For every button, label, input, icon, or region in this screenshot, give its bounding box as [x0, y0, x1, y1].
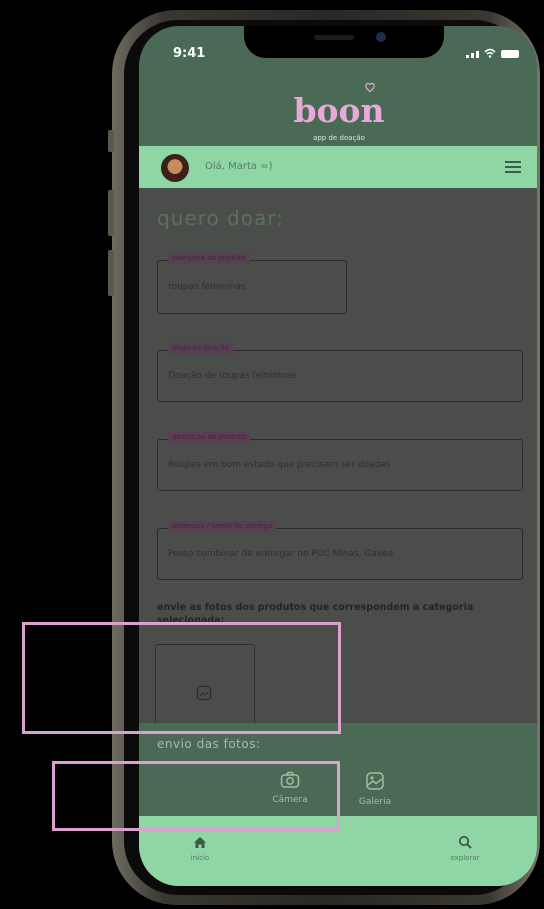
wifi-icon: [484, 48, 496, 58]
category-field[interactable]: categoria do produto roupas femininas: [157, 253, 347, 314]
home-icon: [194, 837, 206, 848]
status-time: 9:41: [173, 46, 206, 61]
gallery-button[interactable]: Galeria: [345, 771, 405, 807]
description-field[interactable]: descrição do produto Roupas em bom estad…: [157, 432, 523, 491]
field-value: Roupas em bom estado que precisam ser do…: [168, 460, 391, 470]
user-bar: Olá, Marta =): [139, 146, 537, 188]
highlight-box-camera-option: [52, 761, 340, 831]
speaker: [314, 35, 354, 40]
upload-sheet-title: envio das fotos:: [157, 737, 261, 751]
field-value: Doação de roupas femininas: [168, 371, 297, 381]
signal-icon: [466, 51, 479, 58]
battery-icon: [501, 50, 519, 58]
search-icon: [458, 835, 472, 849]
tab-explore-label: explorar: [450, 854, 480, 862]
page-title: quero doar:: [157, 206, 284, 230]
notch: [244, 26, 444, 58]
delivery-address-field[interactable]: endereço / ponto de entrega Posso combin…: [157, 521, 523, 580]
gallery-icon: [366, 772, 384, 790]
user-greeting: Olá, Marta =): [205, 161, 273, 172]
hamburger-menu-icon[interactable]: [505, 161, 521, 173]
tab-home[interactable]: início: [170, 834, 230, 862]
volume-down-button: [108, 250, 114, 296]
front-camera: [376, 32, 386, 42]
highlight-box-photo-area: [22, 622, 341, 734]
mute-switch: [108, 130, 114, 152]
avatar[interactable]: [159, 152, 191, 184]
tab-explore[interactable]: explorar: [435, 834, 495, 862]
field-value: roupas femininas: [168, 282, 246, 292]
title-field[interactable]: título da doação Doação de roupas femini…: [157, 343, 523, 402]
brand-tagline: app de doação: [313, 134, 365, 142]
gallery-label: Galeria: [358, 797, 392, 807]
field-value: Posso combinar de entregar no PUC Minas,…: [168, 549, 394, 559]
app-screen: 9:41 boon app de doação Olá, Marta =) qu…: [139, 26, 537, 886]
volume-up-button: [108, 190, 114, 236]
tab-home-label: início: [190, 854, 210, 862]
brand-logo: boon: [293, 91, 385, 130]
status-icons: [466, 48, 519, 58]
